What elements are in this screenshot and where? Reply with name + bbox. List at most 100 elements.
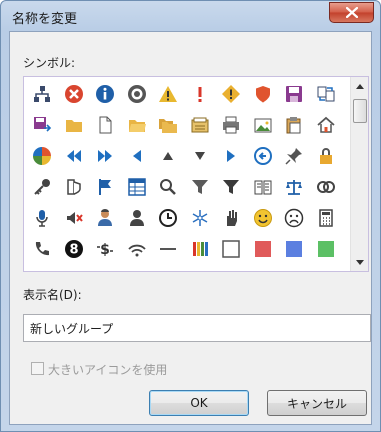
symbol-option[interactable] bbox=[250, 205, 276, 231]
close-icon bbox=[345, 7, 358, 18]
blank-page-icon bbox=[99, 116, 112, 134]
arrow-down-icon bbox=[356, 259, 364, 265]
fast-forward-icon bbox=[98, 150, 112, 162]
symbol-option[interactable] bbox=[124, 112, 150, 138]
magnifier-icon bbox=[160, 179, 176, 195]
symbol-option[interactable] bbox=[124, 143, 150, 169]
symbol-option[interactable] bbox=[29, 205, 55, 231]
symbol-option[interactable] bbox=[29, 143, 55, 169]
symbol-option[interactable] bbox=[187, 143, 213, 169]
symbol-option[interactable] bbox=[187, 81, 213, 107]
scroll-up-button[interactable] bbox=[351, 77, 369, 95]
symbol-option[interactable] bbox=[124, 81, 150, 107]
flag-icon bbox=[99, 179, 111, 195]
symbol-option[interactable] bbox=[155, 112, 181, 138]
symbol-list[interactable]: 8 $ bbox=[23, 76, 369, 272]
symbol-option[interactable] bbox=[124, 174, 150, 200]
symbol-option[interactable] bbox=[29, 174, 55, 200]
back-circle-icon bbox=[253, 147, 272, 165]
symbol-option[interactable] bbox=[281, 236, 307, 262]
home-icon bbox=[316, 116, 335, 133]
target-icon bbox=[127, 85, 146, 103]
symbol-option[interactable] bbox=[155, 81, 181, 107]
symbol-option[interactable] bbox=[313, 174, 339, 200]
symbol-option[interactable] bbox=[313, 81, 339, 107]
save-icon bbox=[286, 86, 302, 102]
symbol-option[interactable] bbox=[218, 236, 244, 262]
close-button[interactable] bbox=[329, 2, 374, 23]
ok-button[interactable]: OK bbox=[149, 390, 249, 416]
large-icon-checkbox[interactable] bbox=[31, 362, 44, 375]
symbol-option[interactable] bbox=[281, 112, 307, 138]
symbol-option[interactable] bbox=[155, 174, 181, 200]
scroll-thumb[interactable] bbox=[353, 99, 367, 123]
symbol-option[interactable] bbox=[281, 205, 307, 231]
symbol-option[interactable]: $ bbox=[92, 236, 118, 262]
triangle-right-icon bbox=[227, 150, 235, 162]
symbol-option[interactable] bbox=[187, 174, 213, 200]
symbol-option[interactable] bbox=[218, 174, 244, 200]
svg-text:$: $ bbox=[100, 242, 110, 258]
symbol-option[interactable] bbox=[61, 81, 87, 107]
dash-icon bbox=[160, 248, 176, 250]
symbol-option[interactable] bbox=[124, 205, 150, 231]
symbol-option[interactable] bbox=[92, 174, 118, 200]
symbol-option[interactable] bbox=[92, 112, 118, 138]
scroll-down-button[interactable] bbox=[351, 253, 369, 271]
symbol-option[interactable] bbox=[29, 236, 55, 262]
symbol-option[interactable] bbox=[187, 112, 213, 138]
symbol-option[interactable] bbox=[187, 236, 213, 262]
pushpin-icon bbox=[285, 148, 302, 165]
symbol-option[interactable] bbox=[29, 81, 55, 107]
arrow-up-icon bbox=[356, 83, 364, 89]
number-8-icon: 8 bbox=[64, 240, 83, 258]
symbol-option[interactable] bbox=[92, 81, 118, 107]
symbol-option[interactable] bbox=[313, 112, 339, 138]
symbol-option[interactable] bbox=[218, 143, 244, 169]
symbol-option[interactable] bbox=[250, 236, 276, 262]
symbol-option[interactable] bbox=[250, 112, 276, 138]
symbol-option[interactable] bbox=[281, 143, 307, 169]
symbol-option[interactable] bbox=[313, 236, 339, 262]
symbol-option[interactable] bbox=[281, 174, 307, 200]
symbol-option[interactable] bbox=[155, 143, 181, 169]
symbol-option[interactable] bbox=[313, 205, 339, 231]
symbol-option[interactable] bbox=[155, 236, 181, 262]
symbol-option[interactable]: 8 bbox=[61, 236, 87, 262]
smiley-icon bbox=[253, 209, 272, 227]
symbol-option[interactable] bbox=[218, 205, 244, 231]
symbol-grid: 8 $ bbox=[29, 81, 347, 269]
symbol-option[interactable] bbox=[250, 174, 276, 200]
symbol-scrollbar[interactable] bbox=[350, 77, 368, 271]
symbol-option[interactable] bbox=[92, 205, 118, 231]
symbol-option[interactable] bbox=[61, 112, 87, 138]
symbol-option[interactable] bbox=[29, 112, 55, 138]
printer-icon bbox=[223, 116, 239, 134]
svg-text:8: 8 bbox=[69, 243, 78, 258]
info-icon bbox=[96, 85, 114, 103]
phone-shield-icon bbox=[66, 179, 81, 195]
symbol-option[interactable] bbox=[218, 81, 244, 107]
microphone-icon bbox=[36, 210, 48, 227]
display-name-label: 表示名(D): bbox=[23, 288, 82, 302]
display-name-input[interactable]: 新しいグループ bbox=[23, 314, 371, 342]
symbol-option[interactable] bbox=[124, 236, 150, 262]
symbol-option[interactable] bbox=[155, 205, 181, 231]
red-square-icon bbox=[254, 241, 271, 257]
cancel-button[interactable]: キャンセル bbox=[267, 390, 367, 416]
large-icon-label: 大きいアイコンを使用 bbox=[48, 363, 168, 377]
symbol-option[interactable] bbox=[92, 143, 118, 169]
symbol-option[interactable] bbox=[250, 81, 276, 107]
symbol-option[interactable] bbox=[187, 205, 213, 231]
color-bars-icon bbox=[192, 242, 208, 256]
symbol-option[interactable] bbox=[218, 112, 244, 138]
symbol-option[interactable] bbox=[250, 143, 276, 169]
padlock-icon bbox=[319, 148, 332, 164]
symbol-option[interactable] bbox=[281, 81, 307, 107]
symbol-option[interactable] bbox=[61, 205, 87, 231]
symbol-option[interactable] bbox=[313, 143, 339, 169]
symbol-option[interactable] bbox=[61, 174, 87, 200]
shield-icon bbox=[255, 86, 270, 103]
blue-square-icon bbox=[286, 241, 302, 257]
symbol-option[interactable] bbox=[61, 143, 87, 169]
